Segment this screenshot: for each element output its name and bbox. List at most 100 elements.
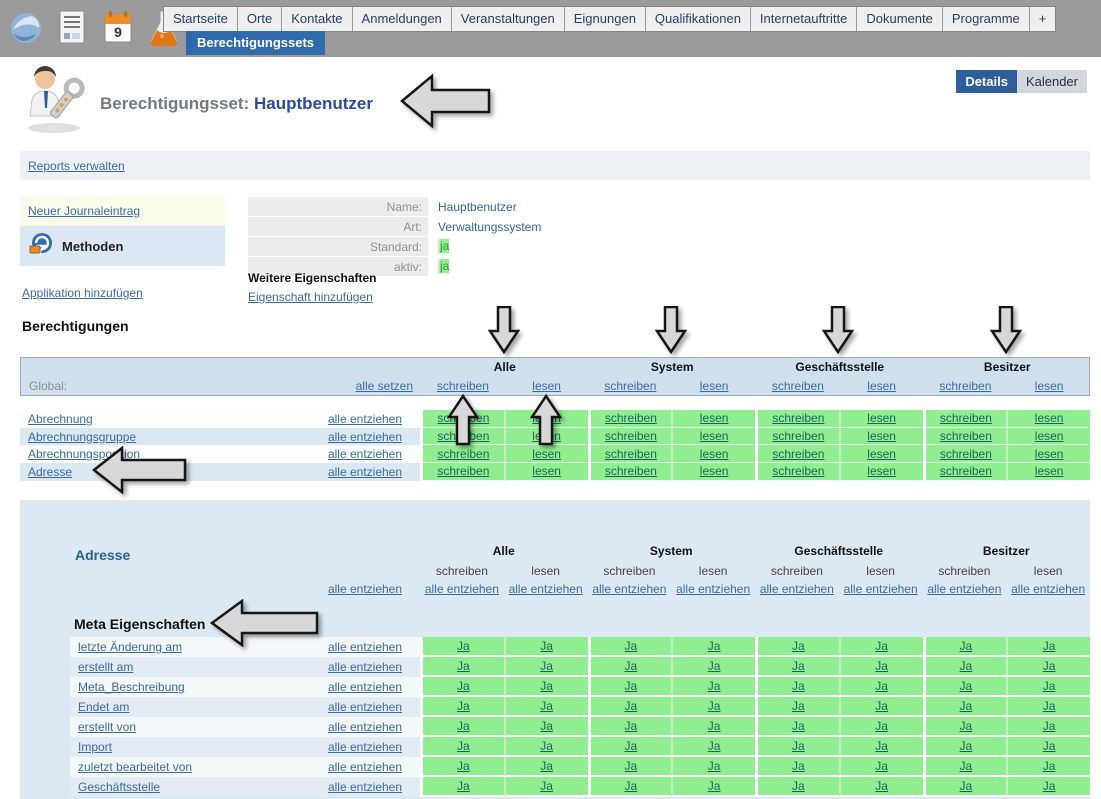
- ja-link[interactable]: Ja: [708, 759, 721, 773]
- ja-link[interactable]: Ja: [625, 719, 638, 733]
- ja-link[interactable]: Ja: [875, 659, 888, 673]
- perm-row-link-adresse[interactable]: Adresse: [28, 465, 72, 479]
- ja-link[interactable]: Ja: [875, 679, 888, 693]
- revoke-all-link[interactable]: alle entziehen: [328, 740, 402, 754]
- ja-link[interactable]: Ja: [457, 639, 470, 653]
- perm-write-link[interactable]: schreiben: [605, 429, 657, 443]
- perm-write-link[interactable]: schreiben: [940, 411, 992, 425]
- revoke-all-link[interactable]: alle entziehen: [328, 700, 402, 714]
- ja-link[interactable]: Ja: [708, 659, 721, 673]
- detail-revoke-all-link[interactable]: alle entziehen: [509, 582, 583, 596]
- ja-link[interactable]: Ja: [960, 659, 973, 673]
- ja-link[interactable]: Ja: [625, 739, 638, 753]
- ja-link[interactable]: Ja: [1043, 779, 1056, 793]
- add-application-link[interactable]: Applikation hinzufügen: [22, 286, 143, 300]
- detail-revoke-all-link[interactable]: alle entziehen: [844, 582, 918, 596]
- detail-revoke-all-link[interactable]: alle entziehen: [760, 582, 834, 596]
- subtab-berechtigungssets[interactable]: Berechtigungssets: [186, 31, 325, 55]
- perm-write-link[interactable]: schreiben: [605, 464, 657, 478]
- ja-link[interactable]: Ja: [457, 739, 470, 753]
- revoke-all-link[interactable]: alle entziehen: [328, 720, 402, 734]
- perm-write-link[interactable]: schreiben: [772, 411, 824, 425]
- meta-row-link-geschaeftsstelle[interactable]: Geschäftsstelle: [78, 780, 160, 794]
- ja-link[interactable]: Ja: [708, 639, 721, 653]
- revoke-all-link[interactable]: alle entziehen: [328, 760, 402, 774]
- ja-link[interactable]: Ja: [792, 759, 805, 773]
- revoke-all-link[interactable]: alle entziehen: [328, 660, 402, 674]
- global-write-link[interactable]: schreiben: [437, 379, 489, 393]
- ja-link[interactable]: Ja: [457, 699, 470, 713]
- methoden-button[interactable]: Methoden: [20, 226, 225, 266]
- ja-link[interactable]: Ja: [540, 659, 553, 673]
- ja-link[interactable]: Ja: [540, 699, 553, 713]
- ja-link[interactable]: Ja: [792, 739, 805, 753]
- ja-link[interactable]: Ja: [540, 719, 553, 733]
- ja-link[interactable]: Ja: [625, 699, 638, 713]
- ja-link[interactable]: Ja: [625, 759, 638, 773]
- global-read-link[interactable]: lesen: [1035, 379, 1064, 393]
- ja-link[interactable]: Ja: [625, 659, 638, 673]
- perm-row-link-abrechnungsgruppe[interactable]: Abrechnungsgruppe: [28, 430, 136, 444]
- ja-link[interactable]: Ja: [540, 739, 553, 753]
- revoke-all-link[interactable]: alle entziehen: [328, 430, 402, 444]
- ja-link[interactable]: Ja: [1043, 679, 1056, 693]
- ja-link[interactable]: Ja: [1043, 699, 1056, 713]
- meta-row-link-zuletzt-bearbeitet-von[interactable]: zuletzt bearbeitet von: [78, 760, 192, 774]
- perm-write-link[interactable]: schreiben: [772, 447, 824, 461]
- ja-link[interactable]: Ja: [792, 639, 805, 653]
- meta-row-link-meta-beschreibung[interactable]: Meta_Beschreibung: [78, 680, 185, 694]
- tab-qualifikationen[interactable]: Qualifikationen: [646, 7, 751, 31]
- ja-link[interactable]: Ja: [960, 739, 973, 753]
- tab-eignungen[interactable]: Eignungen: [565, 7, 646, 31]
- revoke-all-link[interactable]: alle entziehen: [328, 680, 402, 694]
- ja-link[interactable]: Ja: [708, 679, 721, 693]
- perm-read-link[interactable]: lesen: [867, 447, 896, 461]
- ja-link[interactable]: Ja: [960, 719, 973, 733]
- perm-row-link-abrechnung[interactable]: Abrechnung: [28, 412, 93, 426]
- perm-read-link[interactable]: lesen: [700, 464, 729, 478]
- perm-read-link[interactable]: lesen: [867, 464, 896, 478]
- perm-write-link[interactable]: schreiben: [437, 447, 489, 461]
- ja-link[interactable]: Ja: [960, 779, 973, 793]
- ja-link[interactable]: Ja: [792, 679, 805, 693]
- revoke-all-link[interactable]: alle entziehen: [328, 447, 402, 461]
- tab-kalender[interactable]: Kalender: [1017, 70, 1087, 93]
- ja-link[interactable]: Ja: [457, 679, 470, 693]
- ja-link[interactable]: Ja: [792, 719, 805, 733]
- tab-details[interactable]: Details: [956, 70, 1017, 93]
- ja-link[interactable]: Ja: [708, 739, 721, 753]
- ja-link[interactable]: Ja: [457, 659, 470, 673]
- tab-kontakte[interactable]: Kontakte: [282, 7, 352, 31]
- ja-link[interactable]: Ja: [792, 779, 805, 793]
- ja-link[interactable]: Ja: [875, 739, 888, 753]
- global-write-link[interactable]: schreiben: [772, 379, 824, 393]
- ja-link[interactable]: Ja: [875, 719, 888, 733]
- ja-link[interactable]: Ja: [457, 779, 470, 793]
- ja-link[interactable]: Ja: [792, 659, 805, 673]
- perm-write-link[interactable]: schreiben: [940, 447, 992, 461]
- meta-row-link-letzte-aenderung-am[interactable]: letzte Änderung am: [78, 640, 182, 654]
- detail-revoke-all-link[interactable]: alle entziehen: [328, 582, 402, 596]
- perm-write-link[interactable]: schreiben: [772, 429, 824, 443]
- ja-link[interactable]: Ja: [1043, 719, 1056, 733]
- ja-link[interactable]: Ja: [875, 699, 888, 713]
- perm-write-link[interactable]: schreiben: [940, 429, 992, 443]
- perm-read-link[interactable]: lesen: [700, 447, 729, 461]
- ja-link[interactable]: Ja: [1043, 659, 1056, 673]
- global-read-link[interactable]: lesen: [867, 379, 896, 393]
- ja-link[interactable]: Ja: [1043, 739, 1056, 753]
- detail-revoke-all-link[interactable]: alle entziehen: [676, 582, 750, 596]
- perm-read-link[interactable]: lesen: [1035, 447, 1064, 461]
- tab-dokumente[interactable]: Dokumente: [857, 7, 942, 31]
- detail-revoke-all-link[interactable]: alle entziehen: [1011, 582, 1085, 596]
- global-write-link[interactable]: schreiben: [604, 379, 656, 393]
- tab-orte[interactable]: Orte: [238, 7, 282, 31]
- ja-link[interactable]: Ja: [875, 639, 888, 653]
- perm-read-link[interactable]: lesen: [532, 464, 561, 478]
- revoke-all-link[interactable]: alle entziehen: [328, 412, 402, 426]
- tab-veranstaltungen[interactable]: Veranstaltungen: [452, 7, 565, 31]
- ja-link[interactable]: Ja: [960, 639, 973, 653]
- detail-revoke-all-link[interactable]: alle entziehen: [592, 582, 666, 596]
- ja-link[interactable]: Ja: [625, 679, 638, 693]
- perm-write-link[interactable]: schreiben: [772, 464, 824, 478]
